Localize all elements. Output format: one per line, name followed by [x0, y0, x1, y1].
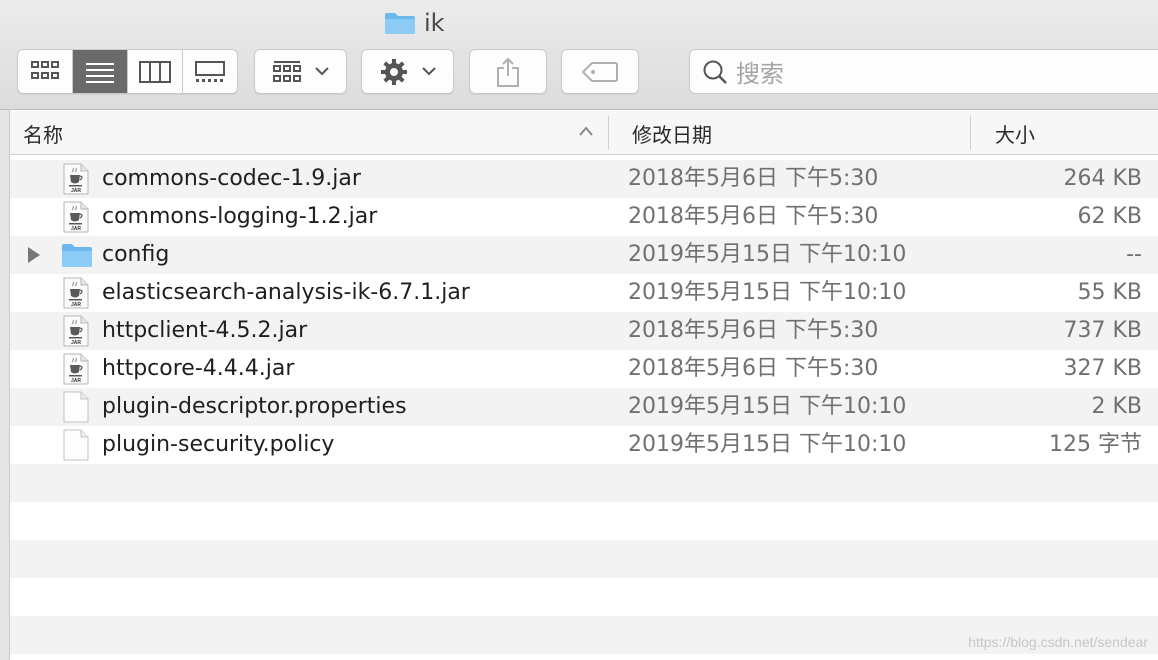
file-size: 737 KB	[1063, 318, 1142, 343]
file-row[interactable]: JAR httpcore-4.4.4.jar 2018年5月6日 下午5:30 327…	[10, 350, 1158, 388]
file-date: 2019年5月15日 下午10:10	[628, 242, 907, 267]
column-header-date[interactable]: 修改日期	[632, 111, 712, 155]
file-list: JAR commons-codec-1.9.jar 2018年5月6日 下午5:30…	[10, 160, 1158, 654]
file-name: elasticsearch-analysis-ik-6.7.1.jar	[102, 280, 470, 305]
file-date: 2019年5月15日 下午10:10	[628, 394, 907, 419]
tag-button[interactable]	[561, 49, 639, 94]
file-size: 62 KB	[1077, 204, 1142, 229]
action-button[interactable]	[361, 49, 454, 94]
window-title: ik	[384, 8, 445, 38]
watermark: https://blog.csdn.net/sendear	[968, 634, 1148, 650]
empty-row	[10, 578, 1158, 616]
document-icon	[63, 429, 89, 461]
file-name: httpcore-4.4.4.jar	[102, 356, 295, 381]
file-row[interactable]: JAR commons-logging-1.2.jar 2018年5月6日 下午5:…	[10, 198, 1158, 236]
file-name: commons-codec-1.9.jar	[102, 166, 361, 191]
file-name: commons-logging-1.2.jar	[102, 204, 378, 229]
chevron-down-icon	[421, 67, 436, 76]
jar-file-icon: JAR	[63, 277, 89, 309]
svg-text:JAR: JAR	[71, 340, 81, 346]
list-icon	[86, 62, 114, 83]
file-row[interactable]: config 2019年5月15日 下午10:10 --	[10, 236, 1158, 274]
document-icon	[63, 391, 89, 423]
chevron-down-icon	[314, 67, 329, 76]
empty-row	[10, 502, 1158, 540]
svg-text:JAR: JAR	[71, 226, 81, 232]
file-date: 2019年5月15日 下午10:10	[628, 280, 907, 305]
search-field[interactable]: 搜索	[689, 49, 1158, 94]
file-date: 2018年5月6日 下午5:30	[628, 318, 879, 343]
gallery-view-button[interactable]	[183, 50, 237, 93]
tag-icon	[582, 61, 618, 82]
svg-text:JAR: JAR	[71, 302, 81, 308]
column-divider[interactable]	[970, 116, 971, 150]
icon-view-button[interactable]	[18, 50, 73, 93]
file-name: plugin-security.policy	[102, 432, 335, 457]
file-row[interactable]: plugin-security.policy 2019年5月15日 下午10:10…	[10, 426, 1158, 464]
grid-icon	[31, 60, 59, 79]
gallery-icon	[195, 60, 225, 82]
jar-file-icon: JAR	[63, 353, 89, 385]
file-date: 2018年5月6日 下午5:30	[628, 204, 879, 229]
sidebar-edge	[0, 110, 10, 660]
file-size: 55 KB	[1077, 280, 1142, 305]
file-date: 2018年5月6日 下午5:30	[628, 356, 879, 381]
folder-icon	[62, 244, 92, 267]
share-button[interactable]	[469, 49, 547, 94]
column-view-button[interactable]	[128, 50, 183, 93]
file-row[interactable]: JAR httpclient-4.5.2.jar 2018年5月6日 下午5:30 7…	[10, 312, 1158, 350]
file-size: 2 KB	[1091, 394, 1142, 419]
file-size: 264 KB	[1063, 166, 1142, 191]
file-size: --	[1126, 242, 1142, 267]
file-name: httpclient-4.5.2.jar	[102, 318, 308, 343]
file-size: 327 KB	[1063, 356, 1142, 381]
file-row[interactable]: JAR elasticsearch-analysis-ik-6.7.1.jar 20…	[10, 274, 1158, 312]
jar-file-icon: JAR	[63, 201, 89, 233]
list-view-button[interactable]	[73, 50, 128, 93]
view-mode-control	[17, 49, 238, 94]
sort-ascending-icon[interactable]	[578, 125, 594, 137]
folder-icon	[385, 13, 415, 34]
share-icon	[497, 57, 519, 87]
file-row[interactable]: plugin-descriptor.properties 2019年5月15日 下…	[10, 388, 1158, 426]
column-divider[interactable]	[608, 116, 609, 150]
jar-file-icon: JAR	[63, 315, 89, 347]
svg-text:JAR: JAR	[71, 378, 81, 384]
gear-icon	[380, 58, 407, 85]
search-icon	[703, 60, 727, 84]
svg-text:JAR: JAR	[71, 188, 81, 194]
toolbar: ik 搜索	[0, 0, 1158, 110]
empty-row	[10, 540, 1158, 578]
disclosure-triangle-icon[interactable]	[27, 246, 41, 264]
file-name: plugin-descriptor.properties	[102, 394, 407, 419]
file-date: 2019年5月15日 下午10:10	[628, 432, 907, 457]
group-icon	[272, 60, 301, 82]
search-placeholder: 搜索	[736, 60, 784, 88]
file-date: 2018年5月6日 下午5:30	[628, 166, 879, 191]
column-header-size[interactable]: 大小	[995, 111, 1035, 155]
window-title-text: ik	[424, 9, 445, 37]
jar-file-icon: JAR	[63, 163, 89, 195]
file-name: config	[102, 242, 170, 267]
columns-icon	[139, 60, 171, 83]
file-size: 125 字节	[1049, 432, 1142, 457]
column-headers: 名称 修改日期 大小	[10, 111, 1158, 155]
file-row[interactable]: JAR commons-codec-1.9.jar 2018年5月6日 下午5:30…	[10, 160, 1158, 198]
column-header-name[interactable]: 名称	[23, 111, 63, 155]
empty-row	[10, 464, 1158, 502]
group-by-button[interactable]	[254, 49, 347, 94]
